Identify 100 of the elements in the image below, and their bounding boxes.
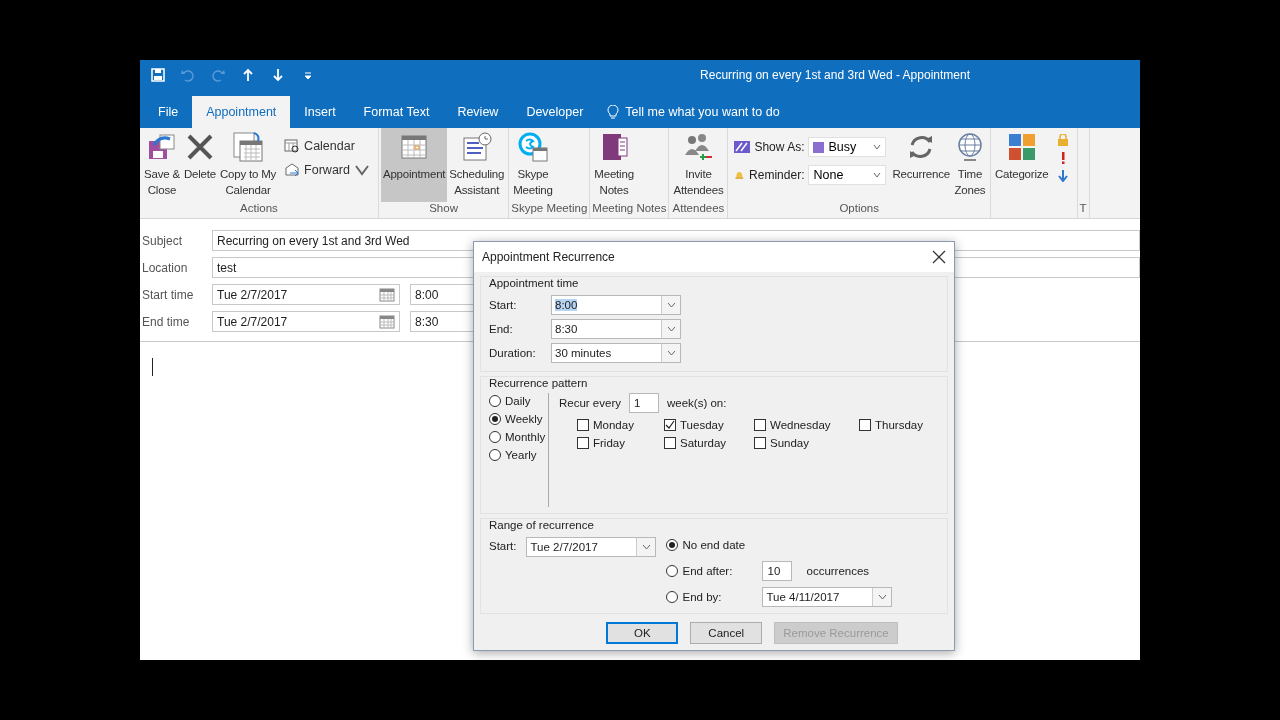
field-label: Location <box>142 260 189 275</box>
radio-button[interactable] <box>489 413 501 425</box>
group-label: Attendees <box>672 202 725 214</box>
combo-box[interactable]: 8:00 <box>551 295 681 315</box>
checkbox-label: Monday <box>593 419 634 431</box>
radio-button[interactable] <box>666 591 679 603</box>
ribbon-button[interactable]: Save & Close <box>142 128 182 202</box>
radio-label: End by: <box>682 591 723 603</box>
group-label: Options <box>839 202 879 214</box>
ribbon-tab[interactable]: File <box>144 96 193 128</box>
chevron-down-icon <box>666 350 676 356</box>
section-title: Range of recurrence <box>489 519 595 531</box>
ribbon-button[interactable]: Appointment <box>380 128 448 202</box>
radio-label: Weekly <box>505 413 543 425</box>
checkbox[interactable] <box>859 419 871 431</box>
chevron-down-icon <box>642 544 651 550</box>
option-label: Show As: <box>754 140 805 154</box>
radio-button[interactable] <box>666 565 679 577</box>
field-label: Recur every <box>559 397 621 409</box>
ribbon-button[interactable]: Calendar <box>282 136 372 156</box>
window-title: Recurring on every 1st and 3rd Wed - Appointment <box>700 68 970 82</box>
group-label: Actions <box>240 202 278 214</box>
date-field[interactable]: Tue 2/7/2017 <box>212 311 400 332</box>
ribbon-tab[interactable]: Review <box>443 96 513 128</box>
ribbon-button[interactable]: Copy to My Calendar <box>217 128 279 202</box>
ribbon-button[interactable]: Time Zones <box>951 128 988 202</box>
field-label: Duration: <box>489 347 537 359</box>
field-label: Start time <box>142 287 195 302</box>
option-label: Reminder: <box>749 168 805 182</box>
radio-label: Daily <box>505 395 531 407</box>
lightbulb-icon <box>607 105 620 119</box>
radio-button[interactable] <box>489 449 501 461</box>
ribbon-button[interactable]: Recurrence <box>890 128 952 202</box>
input-field[interactable]: 1 <box>629 393 659 413</box>
dropdown[interactable]: Busy <box>808 137 887 157</box>
checkbox-label: Sunday <box>770 437 809 449</box>
ribbon-button[interactable]: Delete <box>181 128 218 202</box>
field-label: Start: <box>489 539 517 552</box>
ribbon-button[interactable]: Skype Meeting <box>511 128 555 202</box>
radio-button[interactable] <box>489 431 501 443</box>
checkbox[interactable] <box>664 437 676 449</box>
down-arrow-icon[interactable] <box>270 67 286 83</box>
input-field[interactable]: 10 <box>762 561 793 581</box>
radio-button[interactable] <box>489 395 501 407</box>
radio-label: Monthly <box>505 431 546 443</box>
checkbox-label: Tuesday <box>680 419 724 431</box>
envelope-icon <box>284 162 301 178</box>
combo-box[interactable]: Tue 2/7/2017 <box>526 537 657 557</box>
calendar-icon <box>379 287 395 302</box>
checkbox[interactable] <box>754 437 766 449</box>
ribbon-button[interactable]: Forward <box>282 160 372 180</box>
dialog-button[interactable]: OK <box>606 622 679 644</box>
low-importance-icon[interactable] <box>1056 170 1069 182</box>
busy-swatch-icon <box>813 141 825 153</box>
calendar-icon <box>379 314 395 329</box>
chevron-down-icon <box>666 302 676 308</box>
ribbon-button[interactable]: Categorize <box>992 128 1051 202</box>
ribbon-tab[interactable]: Format Text <box>349 96 444 128</box>
checkbox[interactable] <box>754 419 766 431</box>
checkbox[interactable] <box>577 419 589 431</box>
schedule-icon <box>460 131 493 163</box>
checkbox-label: Saturday <box>680 437 727 449</box>
people-icon <box>682 131 715 163</box>
ribbon-button[interactable]: Invite Attendees <box>671 128 726 202</box>
tell-me-search[interactable]: Tell me what you want to do <box>625 105 780 119</box>
skype-calendar-icon <box>517 131 549 163</box>
radio-label: End after: <box>682 565 734 577</box>
ribbon-tab[interactable]: Insert <box>290 96 350 128</box>
ribbon-tab[interactable]: Developer <box>512 96 598 128</box>
field-label: Subject <box>142 233 184 248</box>
chevron-down-icon <box>878 594 887 600</box>
radio-button[interactable] <box>666 539 679 551</box>
combo-box[interactable]: Tue 4/11/2017 <box>762 587 893 607</box>
radio-label: No end date <box>682 539 746 551</box>
ribbon-button[interactable]: Scheduling Assistant <box>447 128 507 202</box>
checkbox-label: Wednesday <box>770 419 831 431</box>
save-icon[interactable] <box>150 67 166 83</box>
ribbon-tab[interactable]: Appointment <box>192 96 291 128</box>
group-label: T <box>1079 202 1087 214</box>
field-label: End: <box>489 323 514 335</box>
date-field[interactable]: Tue 2/7/2017 <box>212 284 400 305</box>
field-label: occurrences <box>806 565 870 577</box>
close-icon[interactable] <box>932 250 946 264</box>
calendar-copy-icon <box>232 131 264 163</box>
chevron-down-icon <box>666 326 676 332</box>
radio-label: Yearly <box>505 449 537 461</box>
checkbox-label: Friday <box>593 437 625 449</box>
dropdown[interactable]: None <box>808 165 887 185</box>
dialog-title: Appointment Recurrence <box>482 250 615 264</box>
combo-box[interactable]: 30 minutes <box>551 343 681 363</box>
checkbox[interactable] <box>664 419 676 431</box>
group-label: Meeting Notes <box>592 202 667 214</box>
section-title: Recurrence pattern <box>489 377 589 389</box>
dialog-button[interactable]: Cancel <box>690 622 763 644</box>
checkbox[interactable] <box>577 437 589 449</box>
ribbon-button[interactable]: Meeting Notes <box>592 128 636 202</box>
calendar-icon <box>284 138 301 154</box>
combo-box[interactable]: 8:30 <box>551 319 681 339</box>
group-label: Show <box>429 202 458 214</box>
field-label: week(s) on: <box>667 397 727 409</box>
